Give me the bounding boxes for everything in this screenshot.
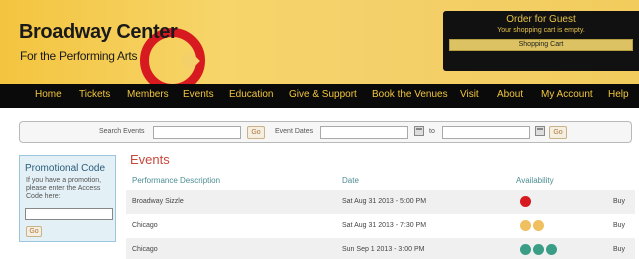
column-header-description: Performance Description	[132, 176, 221, 185]
promo-instructions: If you have a promotion, please enter th…	[26, 177, 102, 200]
column-header-date: Date	[342, 176, 359, 185]
nav-item-home[interactable]: Home	[35, 89, 62, 100]
event-date: Sat Aug 31 2013 - 7:30 PM	[342, 222, 427, 229]
event-description-link[interactable]: Broadway Sizzle	[132, 198, 184, 205]
column-header-availability: Availability	[516, 176, 554, 185]
main-nav: Home Tickets Members Events Education Gi…	[0, 84, 639, 108]
logo-tagline: For the Performing Arts	[20, 49, 138, 63]
event-description-link[interactable]: Chicago	[132, 222, 158, 229]
nav-item-members[interactable]: Members	[127, 89, 169, 100]
site-header: Broadway Center For the Performing Arts O…	[0, 0, 639, 93]
nav-item-visit[interactable]: Visit	[460, 89, 479, 100]
nav-item-give-support[interactable]: Give & Support	[289, 89, 357, 100]
cart-title: Order for Guest	[506, 14, 576, 25]
event-dates-label: Event Dates	[275, 128, 314, 135]
availability-dot[interactable]	[520, 220, 531, 231]
event-row: Chicago Sat Aug 31 2013 - 7:30 PM Buy	[126, 214, 635, 238]
events-title: Events	[130, 152, 170, 167]
shopping-cart-button[interactable]: Shopping Cart	[449, 39, 633, 51]
event-search-bar: Search Events Go Event Dates to Go	[19, 121, 632, 143]
availability-dot[interactable]	[533, 244, 544, 255]
promo-go-button[interactable]: Go	[26, 226, 42, 237]
availability-indicator	[520, 244, 559, 255]
promo-title: Promotional Code	[25, 163, 106, 174]
calendar-icon[interactable]	[414, 126, 424, 136]
start-date-input[interactable]	[320, 126, 408, 139]
nav-item-help[interactable]: Help	[608, 89, 629, 100]
date-go-button[interactable]: Go	[549, 126, 567, 139]
to-label: to	[429, 128, 435, 135]
end-date-input[interactable]	[442, 126, 530, 139]
cart-status: Your shopping cart is empty.	[497, 27, 585, 34]
availability-indicator	[520, 196, 533, 207]
cart-panel: Order for Guest Your shopping cart is em…	[443, 11, 639, 71]
nav-item-events[interactable]: Events	[183, 89, 214, 100]
nav-item-my-account[interactable]: My Account	[541, 89, 593, 100]
availability-dot[interactable]	[520, 196, 531, 207]
promo-code-box: Promotional Code If you have a promotion…	[19, 155, 116, 242]
availability-dot[interactable]	[520, 244, 531, 255]
calendar-icon[interactable]	[535, 126, 545, 136]
event-date: Sun Sep 1 2013 - 3:00 PM	[342, 246, 425, 253]
logo-wordmark: Broadway Center	[19, 21, 178, 43]
nav-item-about[interactable]: About	[497, 89, 523, 100]
buy-link[interactable]: Buy	[613, 222, 625, 229]
event-row: Chicago Sun Sep 1 2013 - 3:00 PM Buy	[126, 238, 635, 259]
nav-item-education[interactable]: Education	[229, 89, 273, 100]
buy-link[interactable]: Buy	[613, 198, 625, 205]
search-events-input[interactable]	[153, 126, 241, 139]
promo-code-input[interactable]	[25, 208, 113, 220]
page: Broadway Center For the Performing Arts O…	[0, 0, 639, 259]
event-row: Broadway Sizzle Sat Aug 31 2013 - 5:00 P…	[126, 190, 635, 214]
buy-link[interactable]: Buy	[613, 246, 625, 253]
nav-item-tickets[interactable]: Tickets	[79, 89, 110, 100]
event-date: Sat Aug 31 2013 - 5:00 PM	[342, 198, 427, 205]
event-description-link[interactable]: Chicago	[132, 246, 158, 253]
search-go-button[interactable]: Go	[247, 126, 265, 139]
availability-dot[interactable]	[533, 220, 544, 231]
search-events-label: Search Events	[99, 128, 145, 135]
availability-indicator	[520, 220, 546, 231]
nav-item-book-venues[interactable]: Book the Venues	[372, 89, 448, 100]
availability-dot[interactable]	[546, 244, 557, 255]
